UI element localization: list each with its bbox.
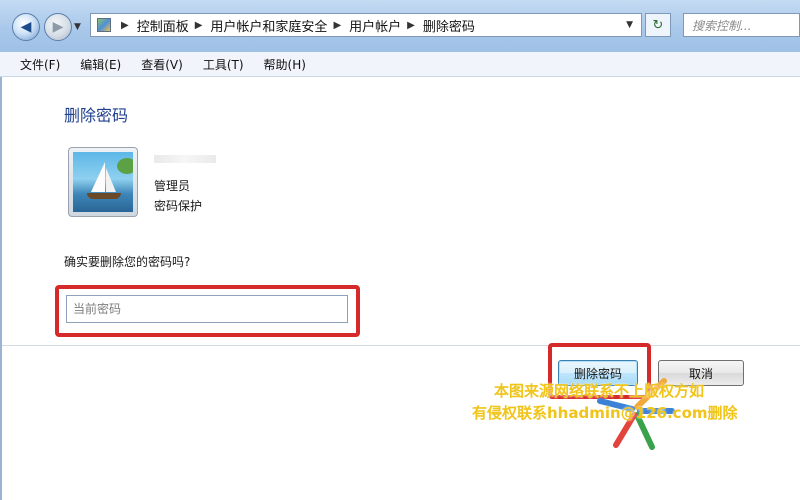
menu-tools[interactable]: 工具(T) bbox=[203, 56, 244, 73]
page-title: 删除密码 bbox=[64, 106, 129, 125]
sailboat-picture-icon bbox=[73, 152, 133, 212]
menu-help[interactable]: 帮助(H) bbox=[264, 56, 306, 73]
watermark-text: 有侵权联系hhadmin@126.com删除 bbox=[472, 404, 738, 422]
current-password-input[interactable] bbox=[66, 295, 348, 323]
forward-button[interactable]: ▶ bbox=[44, 13, 72, 41]
user-avatar bbox=[68, 147, 138, 217]
watermark-text: 本图来源网络联系不上版权方如 bbox=[494, 382, 705, 400]
address-bar[interactable]: ▶ 控制面板 ▶ 用户帐户和家庭安全 ▶ 用户帐户 ▶ 删除密码 ▼ bbox=[90, 13, 642, 37]
user-role: 管理员 bbox=[154, 179, 191, 193]
menu-file[interactable]: 文件(F) bbox=[20, 56, 60, 73]
back-button[interactable]: ◀ bbox=[12, 13, 40, 41]
breadcrumb-user-accounts-family-safety[interactable]: 用户帐户和家庭安全 bbox=[210, 16, 327, 35]
divider bbox=[2, 345, 800, 346]
menu-bar: 文件(F) 编辑(E) 查看(V) 工具(T) 帮助(H) bbox=[0, 52, 800, 77]
chevron-right-icon[interactable]: ▶ bbox=[115, 20, 137, 31]
refresh-icon: ↻ bbox=[652, 17, 664, 33]
user-name-redacted bbox=[154, 155, 216, 163]
recent-pages-dropdown-icon[interactable]: ▼ bbox=[74, 22, 81, 32]
arrow-left-icon: ◀ bbox=[20, 19, 32, 35]
chevron-right-icon[interactable]: ▶ bbox=[401, 20, 423, 31]
confirm-question: 确实要删除您的密码吗? bbox=[64, 255, 191, 269]
address-dropdown-icon[interactable]: ▼ bbox=[626, 20, 633, 30]
menu-edit[interactable]: 编辑(E) bbox=[80, 56, 121, 73]
breadcrumb-remove-password[interactable]: 删除密码 bbox=[423, 16, 475, 35]
title-bar: ◀ ▶ ▼ ▶ 控制面板 ▶ 用户帐户和家庭安全 ▶ 用户帐户 ▶ 删除密码 ▼… bbox=[0, 0, 800, 53]
chevron-right-icon[interactable]: ▶ bbox=[327, 20, 349, 31]
control-panel-icon bbox=[97, 18, 111, 32]
user-password-status: 密码保护 bbox=[154, 199, 203, 213]
breadcrumb-user-accounts[interactable]: 用户帐户 bbox=[349, 16, 401, 35]
chevron-right-icon[interactable]: ▶ bbox=[189, 20, 211, 31]
arrow-right-icon: ▶ bbox=[52, 19, 64, 35]
refresh-button[interactable]: ↻ bbox=[645, 13, 671, 37]
main-content: 删除密码 管理员 密码保护 确实要删除您的密码吗? 删除密码 取消 bbox=[0, 77, 800, 500]
breadcrumb-control-panel[interactable]: 控制面板 bbox=[137, 16, 189, 35]
menu-view[interactable]: 查看(V) bbox=[141, 56, 183, 73]
search-input[interactable]: 搜索控制... bbox=[683, 13, 800, 37]
